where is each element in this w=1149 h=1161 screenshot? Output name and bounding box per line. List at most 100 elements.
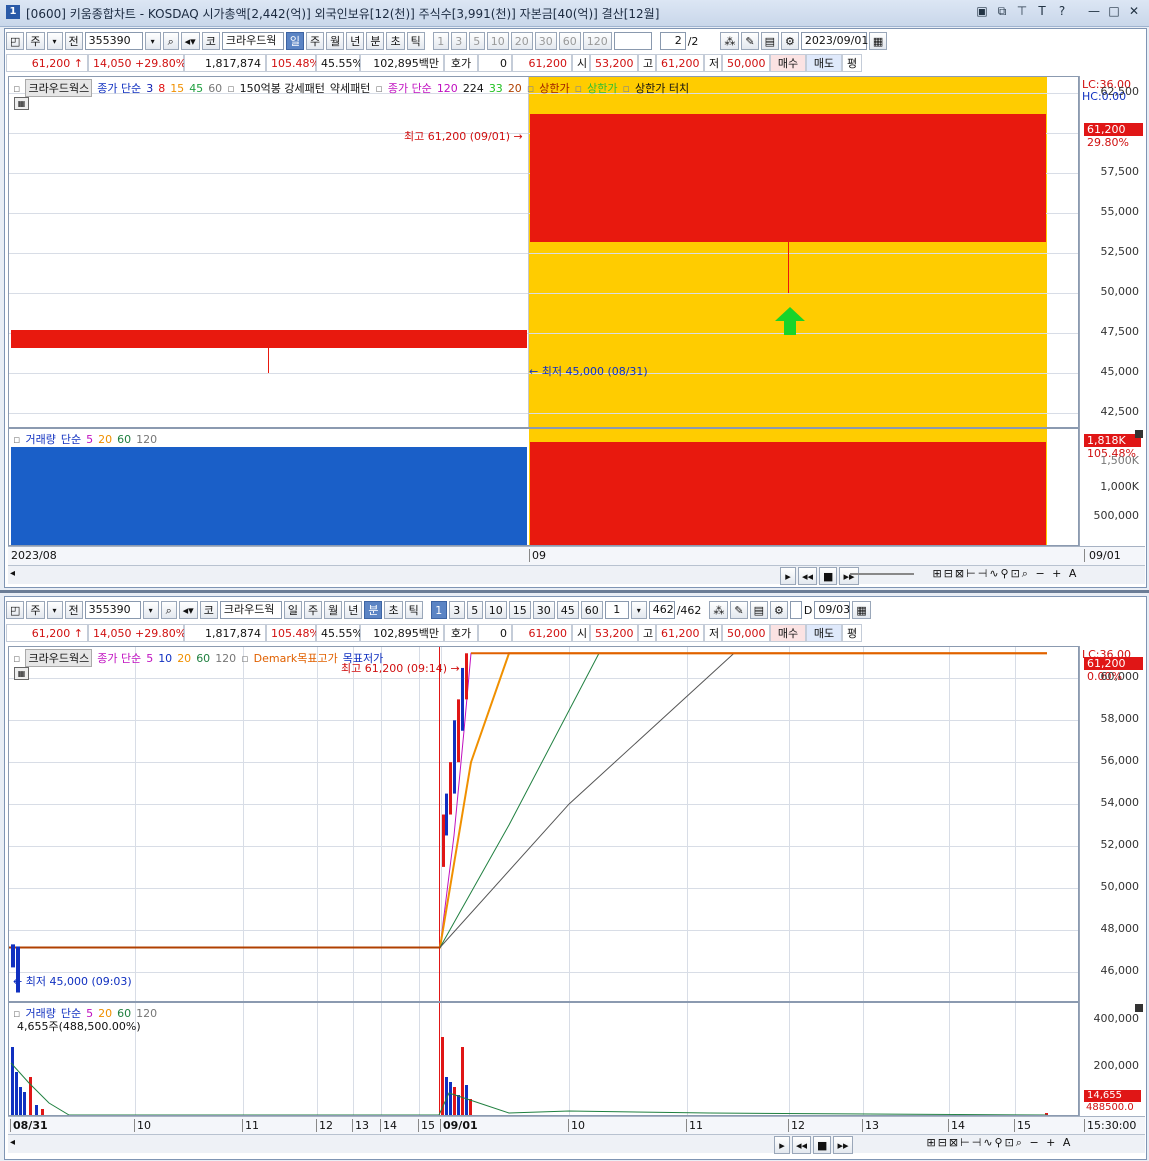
interval-5-button[interactable]: 5 (466, 601, 483, 619)
unit-second-button[interactable]: 초 (386, 32, 405, 50)
vol-legend-ma-label[interactable]: 단순 (61, 431, 81, 447)
settings-gear-icon[interactable]: ⚙ (770, 601, 788, 619)
chart1-volume-plot[interactable]: ▫ 거래량 단순 5 20 60 120 (8, 428, 1079, 546)
unit-second-button[interactable]: 초 (384, 601, 403, 619)
legend-ma-label[interactable]: 종가 단순 (97, 80, 141, 96)
unit-minute-button[interactable]: 분 (364, 601, 383, 619)
speaker-icon[interactable]: ◂▾ (180, 32, 200, 50)
unit-tick-button[interactable]: 틱 (404, 601, 423, 619)
zoom-slider[interactable] (850, 573, 914, 575)
calendar-icon[interactable]: ▦ (868, 32, 888, 50)
grid-toggle-icon[interactable]: ▦ (14, 97, 29, 110)
interval-10-button[interactable]: 10 (486, 32, 509, 50)
panel-close-icon[interactable] (1135, 1004, 1143, 1012)
vol-legend-ma-20[interactable]: 20 (98, 433, 112, 446)
avg-button[interactable]: 평 (842, 54, 862, 72)
stock-code-input[interactable]: 355390 (84, 601, 141, 619)
unit-month-button[interactable]: 월 (324, 601, 343, 619)
interval-1-button[interactable]: 1 (432, 32, 449, 50)
chart2-price-plot[interactable]: 최고 61,200 (09:14) → ← 최저 45,000 (09:03) … (8, 646, 1079, 1002)
sell-button[interactable]: 매도 (806, 624, 842, 642)
chart1-price-plot[interactable]: 최고 61,200 (09/01) → ← 최저 45,000 (08/31) … (8, 76, 1079, 428)
maximize-icon[interactable]: □ (1107, 4, 1121, 18)
unit-month-button[interactable]: 월 (326, 32, 345, 50)
buy-button[interactable]: 매수 (770, 624, 806, 642)
panel-close-icon[interactable] (1135, 430, 1143, 438)
chart1-scrollbar[interactable]: ◂ ▸ ◂◂ ■ ▸▸ ⊞⊟⊠⊢⊣∿⚲⊡⌕ − + A (8, 565, 1145, 585)
legend-ma2-120[interactable]: 120 (437, 82, 458, 95)
interval-30-button[interactable]: 30 (534, 32, 557, 50)
stock-name-field[interactable]: 크라우드웍 (219, 601, 282, 619)
vol-legend-ma-5[interactable]: 5 (86, 433, 93, 446)
vol-legend-ma-120[interactable]: 120 (136, 433, 157, 446)
chart2-scrollbar[interactable]: ◂ ▸ ◂◂ ■ ▸▸ ⊞⊟⊠⊢⊣∿⚲⊡⌕ − + A (8, 1134, 1145, 1154)
compare-icon[interactable]: ⁂ (709, 601, 729, 619)
settings-gear-icon[interactable]: ⚙ (781, 32, 799, 50)
minimize-icon[interactable]: — (1087, 4, 1101, 18)
chart-menu-icon[interactable]: ◰ (6, 601, 25, 619)
interval-select[interactable] (613, 32, 652, 50)
legend-pattern-strong[interactable]: 150억봉 강세패턴 (240, 80, 325, 96)
legend-demark-low[interactable]: 목표저가 (343, 650, 383, 666)
unit-year-button[interactable]: 년 (344, 601, 363, 619)
save-icon[interactable]: ▤ (749, 601, 769, 619)
search-icon[interactable]: ⌕ (160, 601, 177, 619)
draw-tool-icon[interactable]: ✎ (741, 32, 759, 50)
legend-ma-10[interactable]: 10 (158, 652, 172, 665)
legend-limit-up-2[interactable]: 상한가 (587, 80, 617, 96)
help-icon[interactable]: ? (1055, 4, 1069, 18)
date-input[interactable]: 2023/09/01 (800, 32, 868, 50)
interval-30-button[interactable]: 30 (532, 601, 555, 619)
legend-ma2-33[interactable]: 33 (489, 82, 503, 95)
rewind-icon[interactable]: ◂◂ (798, 567, 818, 585)
chart-tool-icons[interactable]: ⊞⊟⊠⊢⊣∿⚲⊡⌕ − + A (933, 567, 1079, 585)
legend-stock-name[interactable]: 크라우드웍스 (25, 79, 93, 97)
avg-button[interactable]: 평 (842, 624, 862, 642)
stock-name-field[interactable]: 크라우드웍 (221, 32, 284, 50)
period-all-button[interactable]: 전 (64, 601, 83, 619)
stock-code-input[interactable]: 355390 (84, 32, 143, 50)
interval-5-button[interactable]: 5 (468, 32, 485, 50)
legend-stock-name[interactable]: 크라우드웍스 (25, 649, 93, 667)
interval-120-button[interactable]: 120 (582, 32, 612, 50)
speaker-icon[interactable]: ◂▾ (178, 601, 198, 619)
buy-button[interactable]: 매수 (770, 54, 806, 72)
forward-icon[interactable]: ▸▸ (833, 1136, 853, 1154)
unit-year-button[interactable]: 년 (346, 32, 365, 50)
scroll-left-icon[interactable]: ◂ (10, 1137, 15, 1148)
page-input[interactable]: 2 (659, 32, 686, 50)
period-week-button[interactable]: 주 (26, 601, 45, 619)
save-icon[interactable]: ▤ (760, 32, 780, 50)
legend-limit-up-touch[interactable]: 상한가 터치 (635, 80, 689, 96)
legend-limit-up[interactable]: 상한가 (539, 80, 569, 96)
grid-toggle-icon[interactable]: ▦ (14, 667, 29, 680)
play-icon[interactable]: ▸ (780, 567, 796, 585)
legend-ma-label[interactable]: 종가 단순 (97, 650, 141, 666)
legend-ma-15[interactable]: 15 (170, 82, 184, 95)
code-dropdown-icon[interactable]: ▾ (142, 601, 159, 619)
legend-ma2-224[interactable]: 224 (463, 82, 484, 95)
scroll-left-icon[interactable]: ◂ (10, 568, 15, 579)
font-icon[interactable]: T (1035, 4, 1049, 18)
legend-ma-5[interactable]: 5 (146, 652, 153, 665)
interval-20-button[interactable]: 20 (510, 32, 533, 50)
legend-ma2-label[interactable]: 종가 단순 (388, 80, 432, 96)
legend-ma-3[interactable]: 3 (146, 82, 153, 95)
vol-legend-label[interactable]: 거래량 (25, 431, 55, 447)
close-icon[interactable]: ✕ (1127, 4, 1141, 18)
page-input[interactable]: 462 (648, 601, 675, 619)
unit-tick-button[interactable]: 틱 (406, 32, 425, 50)
vol-legend-ma-60[interactable]: 60 (117, 433, 131, 446)
forward-icon[interactable]: ▸▸ (839, 567, 859, 585)
legend-ma2-20[interactable]: 20 (508, 82, 522, 95)
interval-60-button[interactable]: 60 (580, 601, 603, 619)
interval-10-button[interactable]: 10 (484, 601, 507, 619)
legend-demark-high[interactable]: Demark목표고가 (254, 650, 338, 666)
chart2-volume-plot[interactable]: ▫ 거래량 단순 5 20 60 120 4,655주(488,500.00%) (8, 1002, 1079, 1116)
restore-icon[interactable]: ⧉ (995, 4, 1009, 18)
interval-select[interactable]: 1 (604, 601, 629, 619)
legend-ma-60[interactable]: 60 (196, 652, 210, 665)
date-input[interactable]: 09/03 (814, 601, 851, 619)
legend-ma-8[interactable]: 8 (158, 82, 165, 95)
legend-ma-60[interactable]: 60 (208, 82, 222, 95)
